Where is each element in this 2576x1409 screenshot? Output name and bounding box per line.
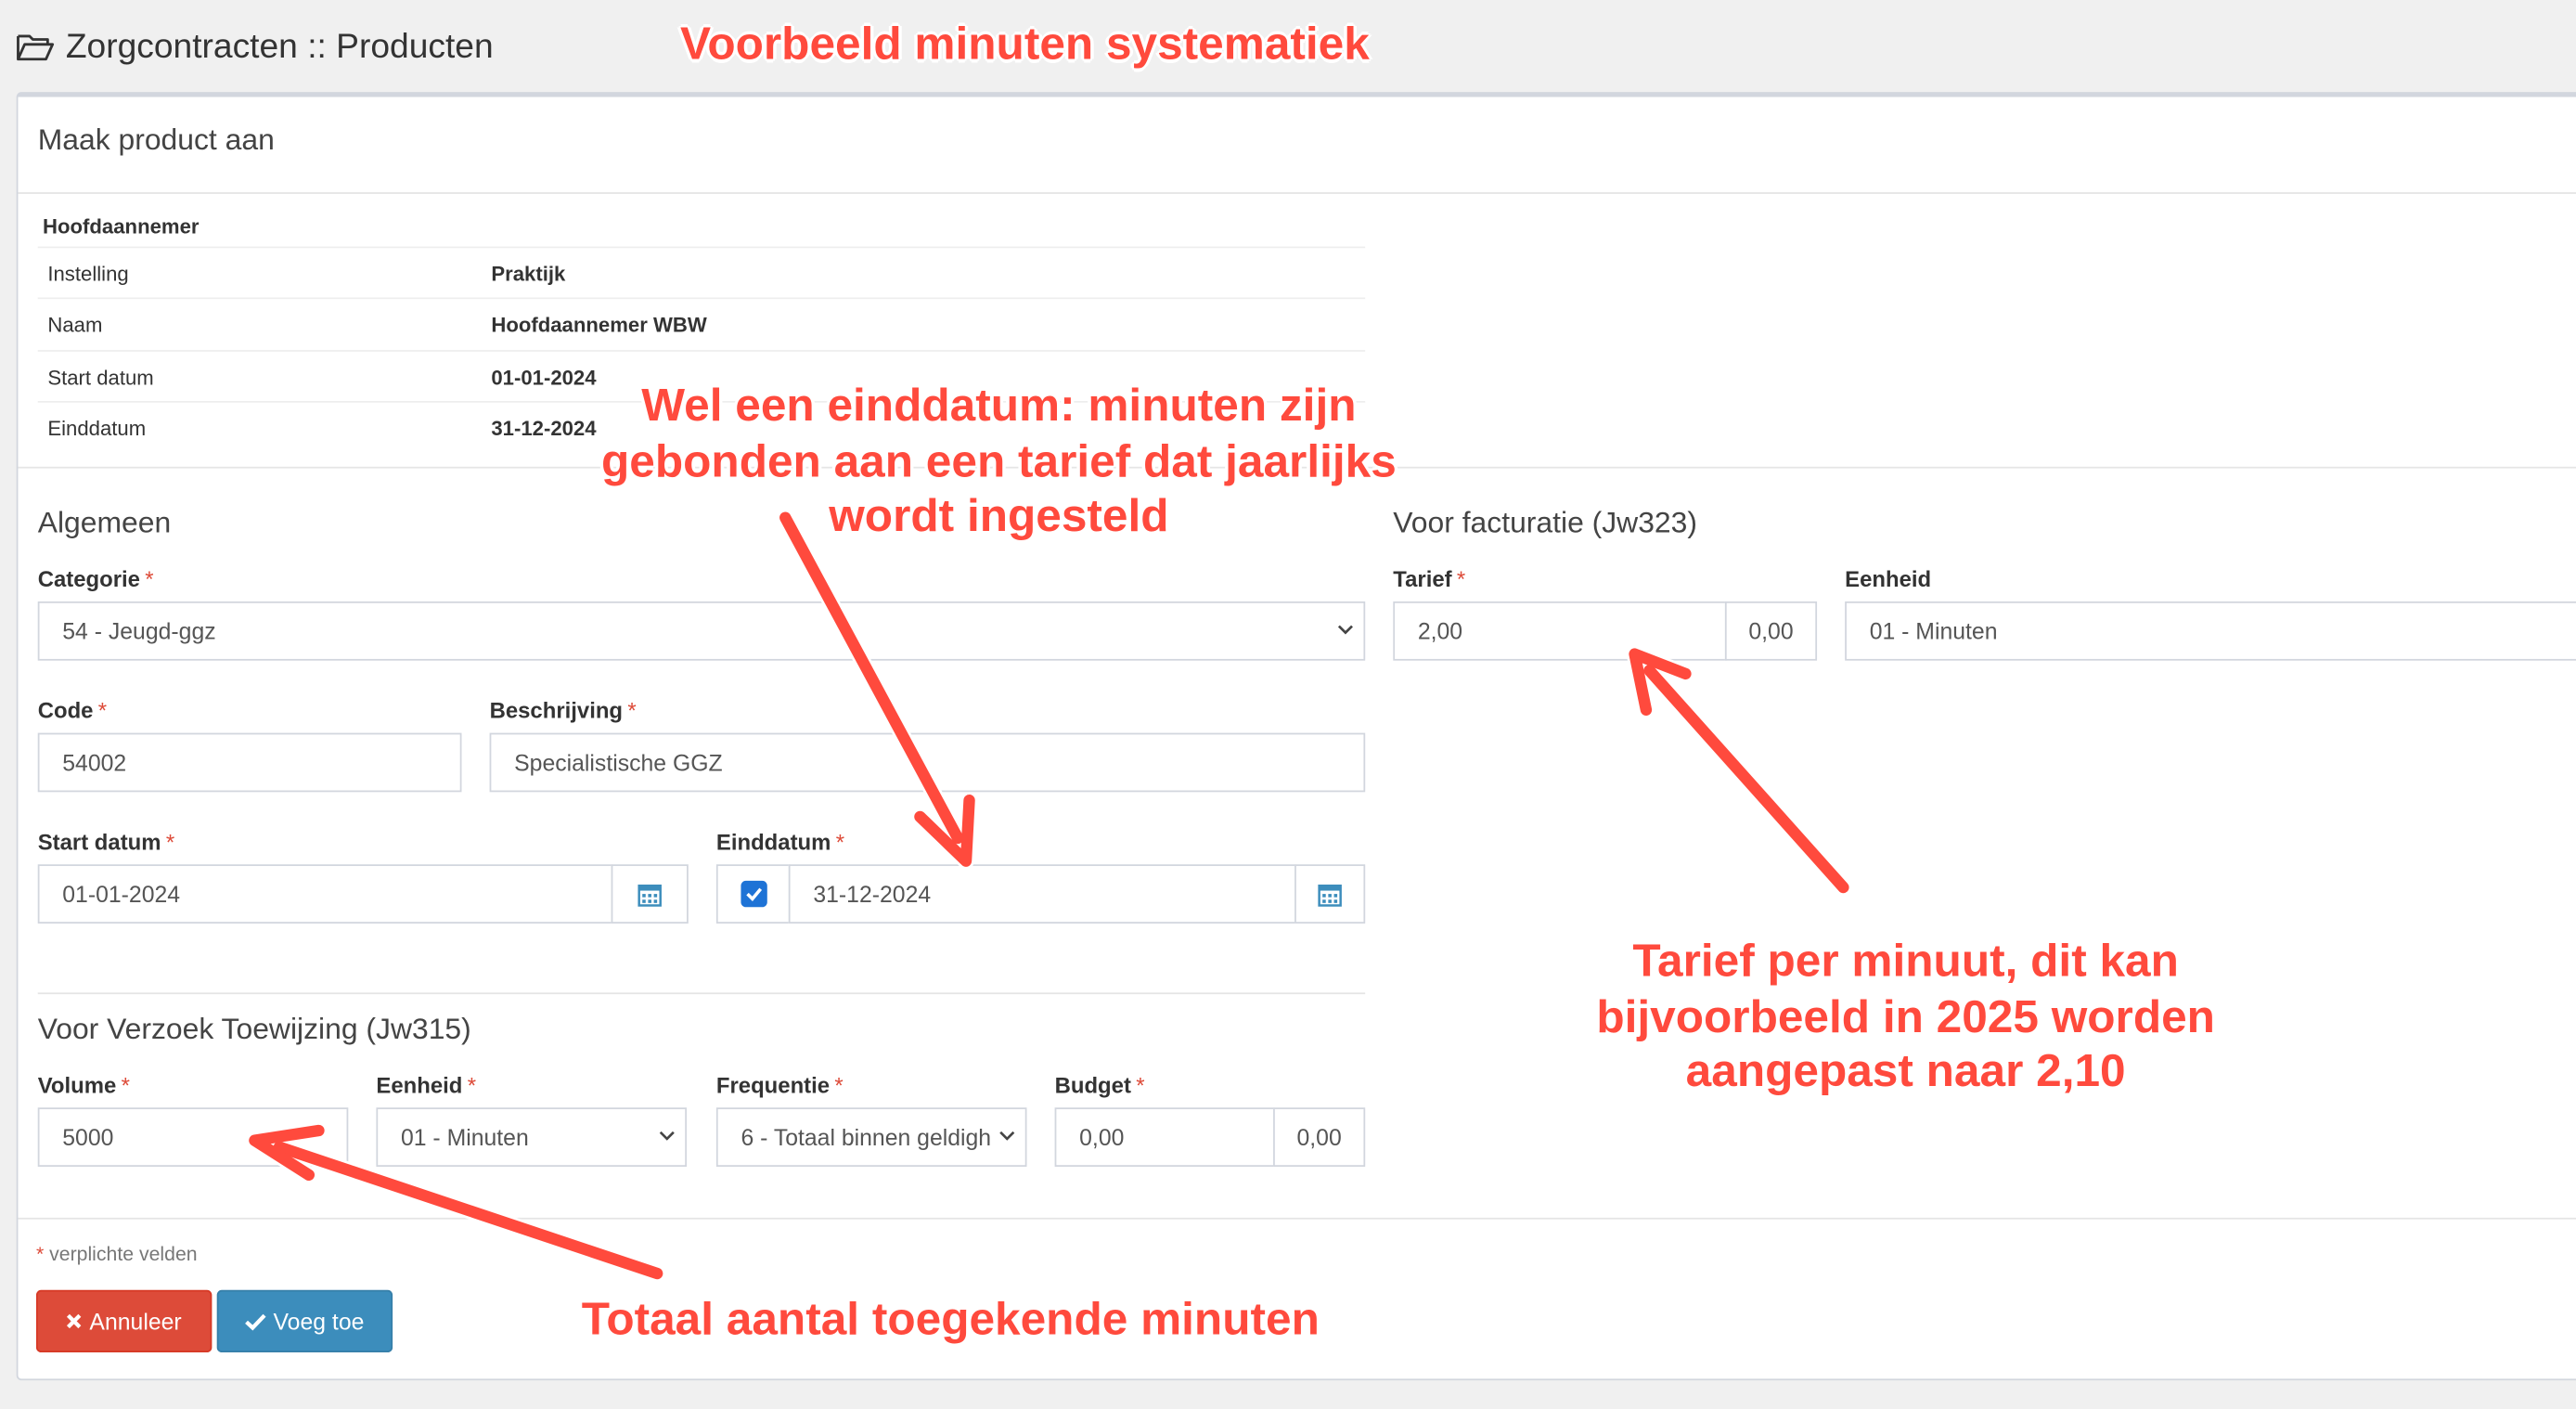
annotation-title: Voorbeeld minuten systematiek bbox=[679, 18, 1370, 70]
annotation-einddatum: Wel een einddatum: minuten zijn gebonden… bbox=[601, 379, 1397, 541]
annotation-volume: Totaal aantal toegekende minuten bbox=[581, 1293, 1320, 1345]
annotation-tarief: Tarief per minuut, dit kan bijvoorbeeld … bbox=[1596, 935, 2215, 1097]
annotation-arrows bbox=[246, 509, 1852, 1282]
screen: Zorgcontracten :: Producten Maak product… bbox=[0, 0, 2576, 1408]
